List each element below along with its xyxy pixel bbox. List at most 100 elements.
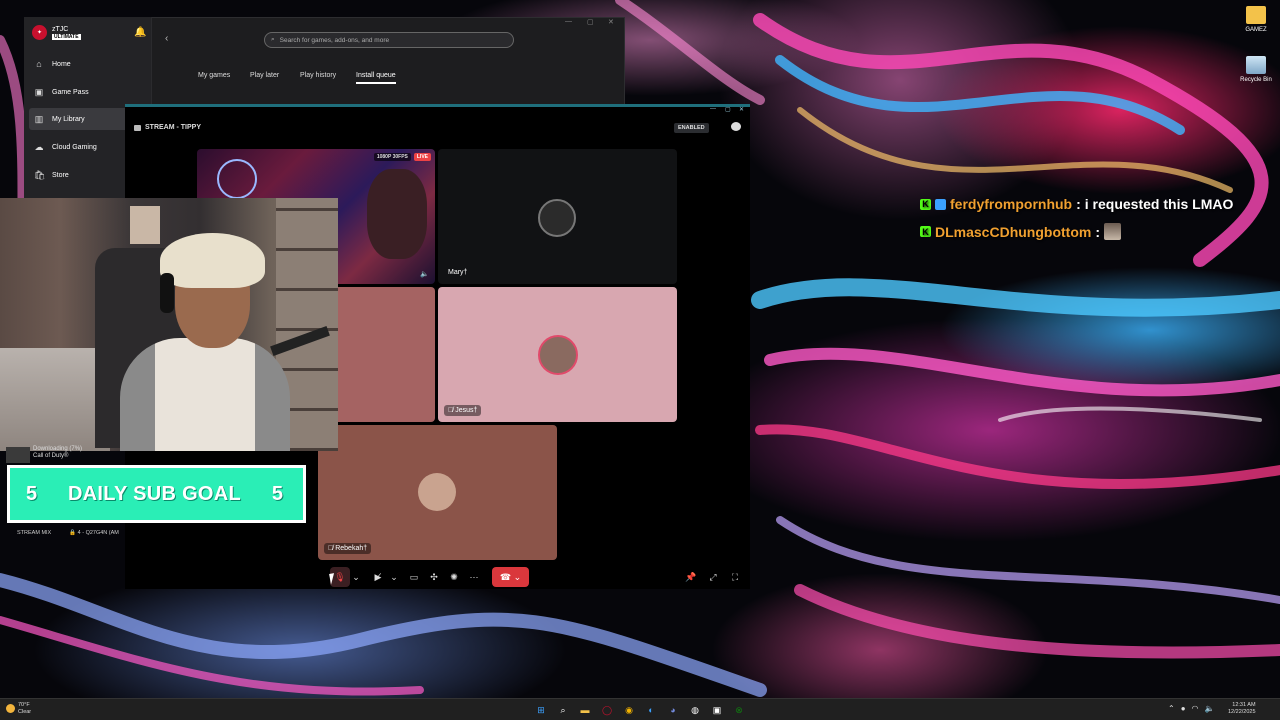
stream-minimize-icon[interactable]: — [710,106,716,112]
chat-message: K ferdyfrompornhub : i requested this LM… [920,196,1233,212]
sidebar-item-game-pass[interactable]: ▣ Game Pass [29,81,147,103]
webcam-feed [0,198,338,451]
minimize-icon[interactable]: — [565,18,572,25]
live-label: LIVE [413,153,431,161]
stream-resolution: 1080P 30FPS [373,153,411,161]
mouse-cursor-icon [329,572,341,585]
webcam-background-poster [130,206,160,244]
obs-icon[interactable]: ◍ [687,702,703,718]
avatar [538,199,576,237]
activities-button[interactable]: ✣ [424,567,444,587]
goal-target: 5 [271,482,283,505]
stream-close-icon[interactable]: ✕ [739,106,744,113]
library-icon: ▥ [34,113,44,124]
gamertag: zTJC [52,25,69,33]
search-icon[interactable]: ⌕ [555,702,571,718]
cloud-icon: ☁ [34,141,44,152]
goal-current: 5 [26,482,38,505]
daily-sub-goal-widget: 5 DAILY SUB GOAL 5 [7,465,306,523]
chat-username: DLmascCDhungbottom [935,223,1092,240]
audio-device-row: STREAM MIX 🔒 4 - Q27G4N (AM [17,530,119,536]
store-icon: 🛍 [34,169,46,180]
sidebar-item-home[interactable]: ⌂ Home [29,53,147,75]
disconnect-button[interactable]: ☎ ⌄ [492,567,529,587]
chat-text: i requested this LMAO [1084,196,1234,212]
notification-bell-icon[interactable]: 🔔 [134,27,146,38]
participant-tile-mary[interactable]: Mary† [438,149,677,284]
goal-title: DAILY SUB GOAL [67,482,242,505]
close-icon[interactable]: ✕ [608,18,614,26]
kick-badge-icon: K [920,198,931,210]
home-icon: ⌂ [36,59,42,69]
game-thumbnail [6,447,30,463]
more-options-button[interactable]: ⋯ [464,567,484,587]
avatar [538,335,578,375]
taskbar: 70°F Clear ⊞ ⌕ ▬ ◯ ◉ ◐ ◕ ◍ ▣ ⊗ ⌃ ● ◠ 🔈 1… [0,698,1280,720]
weather-widget[interactable]: 70°F Clear [18,702,31,716]
halo-decoration [217,159,257,199]
desktop-icon-recycle-bin[interactable]: Recycle Bin [1234,56,1278,83]
folder-icon [1246,6,1266,24]
kick-badge-icon: K [920,226,931,237]
fullscreen-icon[interactable]: ⛶ [725,567,745,587]
popout-icon[interactable]: ⤢ [703,567,723,587]
maximize-icon[interactable]: ▢ [587,18,594,26]
discord-icon[interactable]: ◕ [665,702,681,718]
chrome-icon[interactable]: ◉ [621,702,637,718]
chat-icon[interactable] [731,122,741,131]
enabled-badge: ENABLED [674,123,709,133]
speaker-device[interactable]: 🔒 4 - Q27G4N (AM [69,530,119,536]
system-tray: ⌃ ● ◠ 🔈 [1168,704,1215,713]
search-input[interactable]: ⌕ Search for games, add-ons, and more [264,32,514,48]
stream-title: STREAM - TIPPY [145,124,202,131]
file-explorer-icon[interactable]: ▬ [577,702,593,718]
wifi-icon[interactable]: ◠ [1192,704,1199,713]
windows-start-icon[interactable]: ⊞ [533,702,549,718]
xbox-icon[interactable]: ⊗ [731,702,747,718]
volume-icon[interactable]: 🔈 [420,270,429,278]
call-controls: 🎙 ⌄ ▶̸ ⌄ ▭ ✣ ✺ ⋯ ☎ ⌄ [330,567,529,587]
camera-off-button[interactable]: ▶̸ [368,567,388,587]
back-arrow-icon[interactable]: ‹ [165,33,168,44]
clock[interactable]: 12:31 AM 12/22/2025 [1228,702,1256,716]
chat-emote [1104,223,1121,240]
search-icon: ⌕ [271,36,275,43]
chevron-up-icon[interactable]: ⌃ [1168,704,1175,713]
participant-name: Mary† [448,269,468,276]
stream-maximize-icon[interactable]: ▢ [725,106,731,113]
participant-tile-rebekah[interactable]: 🎙̸ Rebekah† [318,425,557,560]
soundboard-button[interactable]: ✺ [444,567,464,587]
profile[interactable]: ✦ zTJC ULTIMATE [32,25,81,40]
opera-icon[interactable]: ◯ [599,702,615,718]
chat-separator: : [1095,223,1100,240]
tab-play-history[interactable]: Play history [300,72,336,79]
game-pass-icon: ▣ [34,86,44,97]
tab-play-later[interactable]: Play later [250,72,279,79]
participant-tile-hidden[interactable] [338,287,435,422]
live-badge: 1080P 30FPS LIVE [373,153,431,161]
verified-badge-icon [935,198,946,210]
volume-icon[interactable]: 🔈 [1205,704,1215,713]
tray-app-icon[interactable]: ● [1181,704,1186,713]
chat-message: K DLmascCDhungbottom : [920,223,1121,240]
ultimate-badge: ULTIMATE [52,33,81,40]
participant-tile-jesus[interactable]: 🎙̸ Jesus† [438,287,677,422]
taskbar-apps: ⊞ ⌕ ▬ ◯ ◉ ◐ ◕ ◍ ▣ ⊗ [533,702,747,718]
webcam-person-body [120,338,290,451]
pin-icon[interactable]: 📌 [681,567,701,587]
weather-icon [6,704,15,713]
edge-icon[interactable]: ◐ [643,702,659,718]
avatar: ✦ [32,25,47,40]
desktop-icon-gamez[interactable]: GAMEZ [1234,6,1278,33]
chat-username: ferdyfrompornhub [950,196,1073,212]
download-status: Downloading (7%) Call of Duty® [33,446,83,459]
chat-separator: : [1076,196,1081,212]
screen-share-button[interactable]: ▭ [404,567,424,587]
chevron-down-icon[interactable]: ⌄ [388,567,400,587]
avatar [418,473,456,511]
screen-share-icon [134,125,141,131]
tab-my-games[interactable]: My games [198,72,230,79]
chevron-down-icon[interactable]: ⌄ [350,567,362,587]
tab-install-queue[interactable]: Install queue [356,72,396,84]
streaming-app-icon[interactable]: ▣ [709,702,725,718]
